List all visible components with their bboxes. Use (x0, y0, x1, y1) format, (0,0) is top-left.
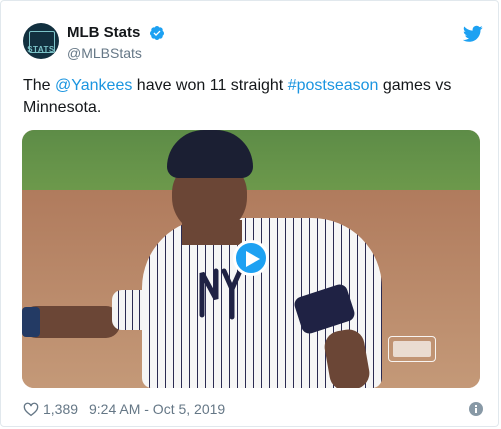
hashtag-link[interactable]: #postseason (288, 77, 379, 94)
play-icon (246, 251, 260, 267)
like-count[interactable]: 1,389 (43, 399, 78, 419)
video-player[interactable] (22, 130, 480, 388)
info-icon[interactable] (469, 402, 483, 416)
verified-badge-icon (149, 26, 164, 40)
tweet-header: STATS MLB Stats @MLBStats (23, 23, 483, 63)
tweet-footer: 1,389 9:24 AM - Oct 5, 2019 (23, 399, 483, 419)
tweet-text-middle: have won 11 straight (132, 77, 288, 94)
mlb-logo-icon (388, 336, 436, 362)
tweet-text: The @Yankees have won 11 straight #posts… (23, 75, 483, 119)
user-names: MLB Stats @MLBStats (67, 24, 165, 62)
display-name[interactable]: MLB Stats (67, 24, 140, 42)
avatar-logo-text: STATS (27, 45, 55, 54)
mention-link[interactable]: @Yankees (55, 77, 132, 94)
heart-icon[interactable] (23, 401, 39, 417)
tweet-timestamp[interactable]: 9:24 AM - Oct 5, 2019 (89, 399, 225, 419)
user-handle[interactable]: @MLBStats (67, 44, 165, 62)
twitter-bird-icon[interactable] (463, 25, 483, 43)
video-frame-wristband (22, 307, 40, 337)
play-button[interactable] (233, 240, 269, 276)
avatar[interactable]: STATS (23, 23, 59, 59)
tweet-text-start: The (23, 77, 56, 94)
ny-logo-icon (199, 268, 243, 320)
tweet-card: STATS MLB Stats @MLBStats The @Yankees h… (0, 0, 499, 427)
